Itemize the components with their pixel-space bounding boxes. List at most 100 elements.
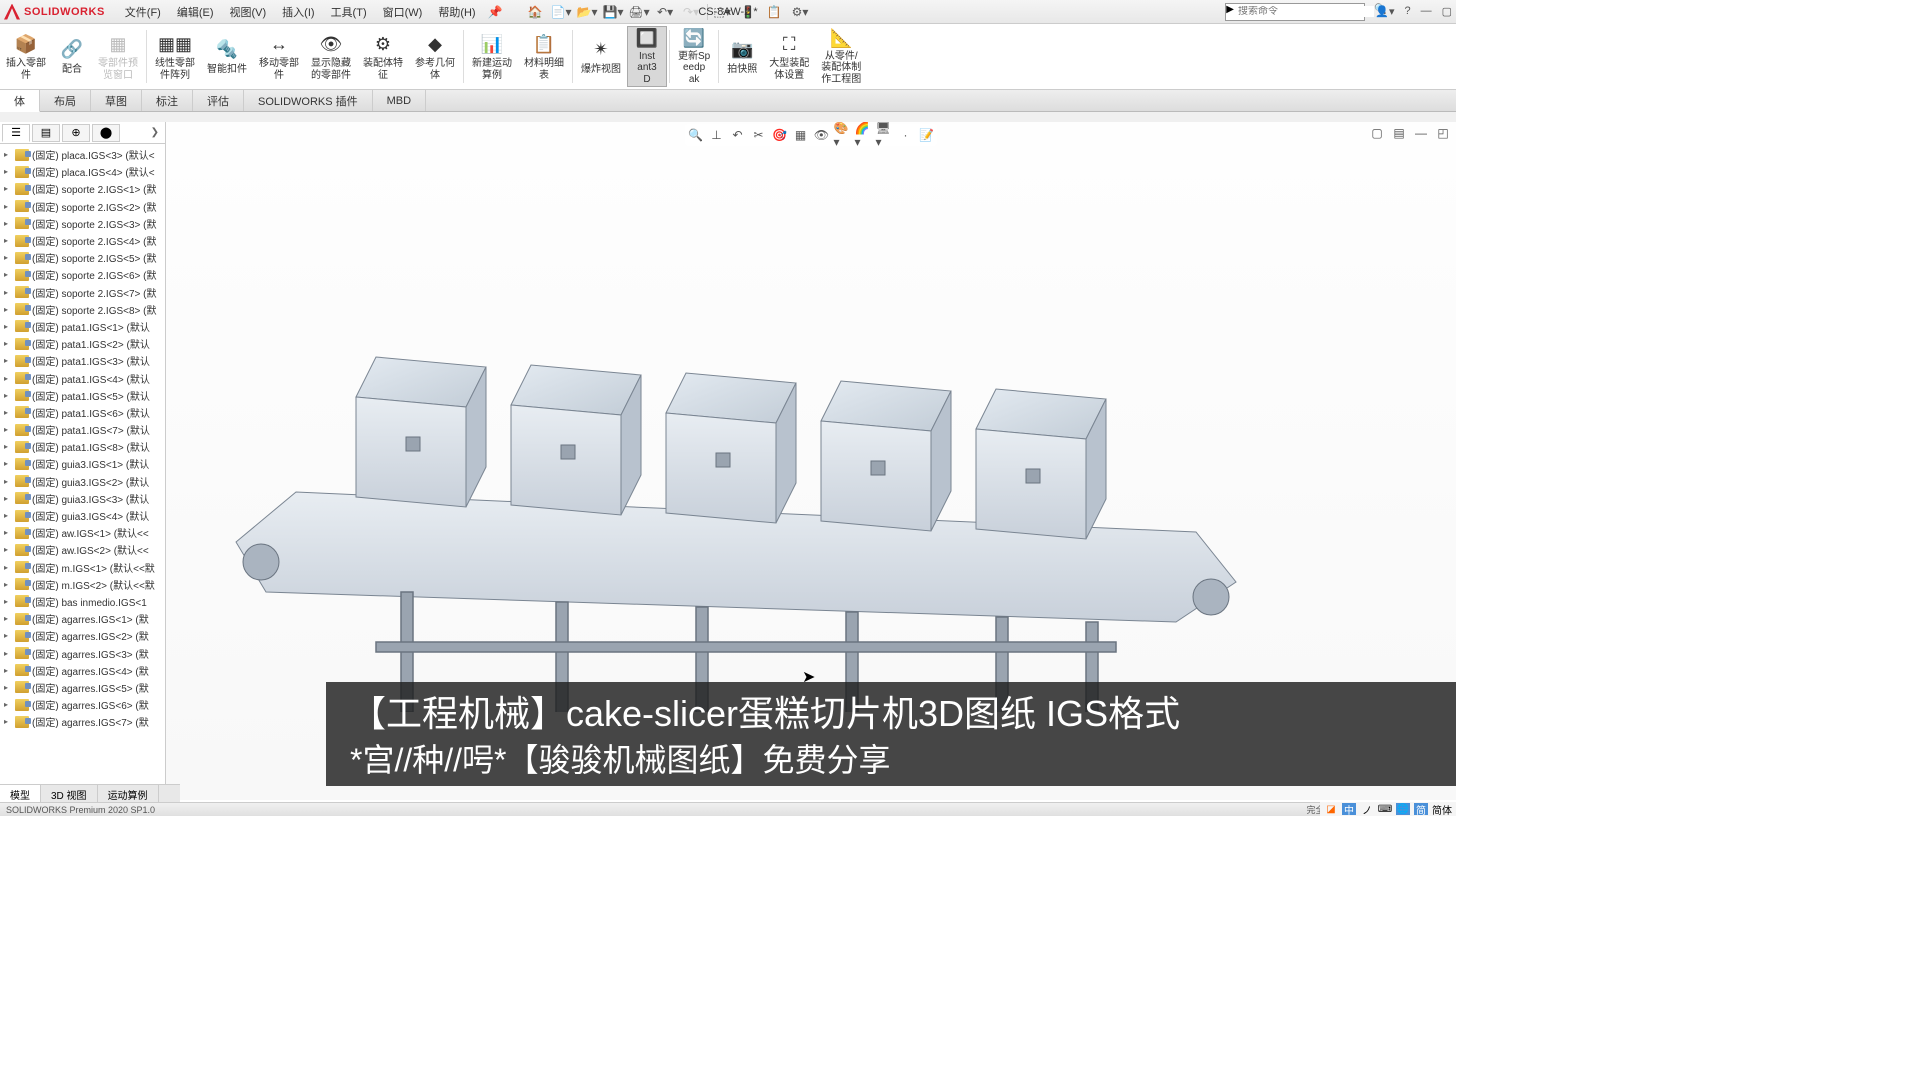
- ribbon-线性零部件阵列[interactable]: ▦▦线性零部件阵列: [149, 26, 201, 87]
- ribbon-参考几何体[interactable]: ◆参考几何体: [409, 26, 461, 87]
- cmd-tab-2[interactable]: 草图: [91, 90, 142, 111]
- cmd-tab-3[interactable]: 标注: [142, 90, 193, 111]
- expand-icon[interactable]: ▸: [4, 305, 12, 314]
- render-icon[interactable]: 🖥▾: [876, 126, 894, 144]
- display-icon[interactable]: ▦: [792, 126, 810, 144]
- tree-chevron-icon[interactable]: ❯: [147, 127, 163, 138]
- tree-item[interactable]: ▸(固定) aw.IGS<2> (默认<<: [0, 541, 165, 558]
- tree-item[interactable]: ▸(固定) agarres.IGS<3> (默: [0, 644, 165, 661]
- ribbon-材料明细表[interactable]: 📋材料明细表: [518, 26, 570, 87]
- tree-item[interactable]: ▸(固定) pata1.IGS<5> (默认: [0, 387, 165, 404]
- ribbon-配合[interactable]: 🔗配合: [52, 26, 92, 87]
- annotate-icon[interactable]: 📝: [918, 126, 936, 144]
- open-icon[interactable]: 📂▾: [575, 2, 601, 22]
- vp-tile-icon[interactable]: ▤: [1390, 124, 1408, 142]
- menu-view[interactable]: 视图(V): [222, 4, 275, 20]
- expand-icon[interactable]: ▸: [4, 184, 12, 193]
- ribbon-从零件/装配体制作工程图[interactable]: 📐从零件/装配体制作工程图: [815, 26, 867, 87]
- menu-file[interactable]: 文件(F): [117, 4, 169, 20]
- vp-min-icon[interactable]: —: [1412, 124, 1430, 142]
- expand-icon[interactable]: ▸: [4, 356, 12, 365]
- ribbon-显示隐藏的零部件[interactable]: 👁显示隐藏的零部件: [305, 26, 357, 87]
- zoom-fit-icon[interactable]: 🔍: [687, 126, 705, 144]
- print-icon[interactable]: 🖨▾: [627, 2, 653, 22]
- tree-item[interactable]: ▸(固定) pata1.IGS<7> (默认: [0, 421, 165, 438]
- prev-view-icon[interactable]: ↶: [729, 126, 747, 144]
- expand-icon[interactable]: ▸: [4, 391, 12, 400]
- expand-icon[interactable]: ▸: [4, 477, 12, 486]
- tree-item[interactable]: ▸(固定) soporte 2.IGS<3> (默: [0, 215, 165, 232]
- search-box[interactable]: ▶ 🔍: [1225, 3, 1365, 21]
- user-icon[interactable]: 👤▾: [1375, 5, 1394, 18]
- tree-item[interactable]: ▸(固定) pata1.IGS<2> (默认: [0, 335, 165, 352]
- tree-item[interactable]: ▸(固定) soporte 2.IGS<4> (默: [0, 232, 165, 249]
- expand-icon[interactable]: ▸: [4, 614, 12, 623]
- expand-icon[interactable]: ▸: [4, 339, 12, 348]
- undo-icon[interactable]: ↶▾: [653, 2, 679, 22]
- expand-icon[interactable]: ▸: [4, 322, 12, 331]
- expand-icon[interactable]: ▸: [4, 528, 12, 537]
- home-icon[interactable]: 🏠: [523, 2, 549, 22]
- ime-simp[interactable]: 简: [1414, 803, 1428, 815]
- ribbon-插入零部件[interactable]: 📦插入零部件: [0, 26, 52, 87]
- tree-item[interactable]: ▸(固定) soporte 2.IGS<8> (默: [0, 301, 165, 318]
- expand-icon[interactable]: ▸: [4, 631, 12, 640]
- ribbon-新建运动算例[interactable]: 📊新建运动算例: [466, 26, 518, 87]
- tree-item[interactable]: ▸(固定) agarres.IGS<6> (默: [0, 696, 165, 713]
- vp-max-icon[interactable]: ▢: [1368, 124, 1386, 142]
- ime-globe-icon[interactable]: 🌐: [1396, 803, 1410, 815]
- expand-icon[interactable]: ▸: [4, 545, 12, 554]
- save-icon[interactable]: 💾▾: [601, 2, 627, 22]
- bottom-tab-model[interactable]: 模型: [0, 785, 41, 802]
- ribbon-爆炸视图[interactable]: ✴爆炸视图: [575, 26, 627, 87]
- expand-icon[interactable]: ▸: [4, 408, 12, 417]
- options-icon[interactable]: 📋: [762, 2, 788, 22]
- expand-icon[interactable]: ▸: [4, 288, 12, 297]
- help-icon[interactable]: ?: [1404, 5, 1410, 18]
- expand-icon[interactable]: ▸: [4, 236, 12, 245]
- expand-icon[interactable]: ▸: [4, 459, 12, 468]
- ribbon-移动零部件[interactable]: ↔移动零部件: [253, 26, 305, 87]
- tree-item[interactable]: ▸(固定) aw.IGS<1> (默认<<: [0, 524, 165, 541]
- tree-item[interactable]: ▸(固定) agarres.IGS<2> (默: [0, 627, 165, 644]
- ime-logo-icon[interactable]: ◪: [1324, 803, 1338, 815]
- tree-item[interactable]: ▸(固定) guia3.IGS<1> (默认: [0, 455, 165, 472]
- bottom-tab-3dview[interactable]: 3D 视图: [41, 785, 98, 802]
- ribbon-智能扣件[interactable]: 🔩智能扣件: [201, 26, 253, 87]
- tree-item[interactable]: ▸(固定) pata1.IGS<4> (默认: [0, 369, 165, 386]
- tree-tab-config[interactable]: ⊕: [62, 124, 90, 142]
- section-icon[interactable]: ✂: [750, 126, 768, 144]
- ribbon-拍快照[interactable]: 📷拍快照: [721, 26, 763, 87]
- feature-tree[interactable]: ▸(固定) placa.IGS<3> (默认<▸(固定) placa.IGS<4…: [0, 144, 165, 800]
- expand-icon[interactable]: ▸: [4, 580, 12, 589]
- cmd-tab-0[interactable]: 体: [0, 90, 40, 112]
- zoom-area-icon[interactable]: ⊥: [708, 126, 726, 144]
- tree-item[interactable]: ▸(固定) m.IGS<1> (默认<<默: [0, 559, 165, 576]
- tree-item[interactable]: ▸(固定) agarres.IGS<7> (默: [0, 713, 165, 730]
- expand-icon[interactable]: ▸: [4, 597, 12, 606]
- tree-item[interactable]: ▸(固定) guia3.IGS<4> (默认: [0, 507, 165, 524]
- minimize-icon[interactable]: —: [1421, 5, 1432, 18]
- expand-icon[interactable]: ▸: [4, 666, 12, 675]
- maximize-icon[interactable]: ▢: [1442, 5, 1452, 18]
- expand-icon[interactable]: ▸: [4, 511, 12, 520]
- tree-item[interactable]: ▸(固定) guia3.IGS<3> (默认: [0, 490, 165, 507]
- new-icon[interactable]: 📄▾: [549, 2, 575, 22]
- tree-tab-display[interactable]: ⬤: [92, 124, 120, 142]
- tree-item[interactable]: ▸(固定) pata1.IGS<8> (默认: [0, 438, 165, 455]
- tree-item[interactable]: ▸(固定) soporte 2.IGS<7> (默: [0, 284, 165, 301]
- vp-restore-icon[interactable]: ◰: [1434, 124, 1452, 142]
- tree-item[interactable]: ▸(固定) agarres.IGS<4> (默: [0, 662, 165, 679]
- menu-window[interactable]: 窗口(W): [375, 4, 431, 20]
- menu-tools[interactable]: 工具(T): [323, 4, 375, 20]
- ribbon-大型装配体设置[interactable]: ⛶大型装配体设置: [763, 26, 815, 87]
- cmd-tab-5[interactable]: SOLIDWORKS 插件: [244, 90, 373, 111]
- ime-lang[interactable]: 中: [1342, 803, 1356, 815]
- expand-icon[interactable]: ▸: [4, 563, 12, 572]
- settings-icon[interactable]: ⚙▾: [788, 2, 814, 22]
- tree-item[interactable]: ▸(固定) soporte 2.IGS<1> (默: [0, 180, 165, 197]
- 3d-viewport[interactable]: 🔍 ⊥ ↶ ✂ 🎯 ▦ 👁 🎨▾ 🌈▾ 🖥▾ · 📝 ▢ ▤ — ◰: [166, 122, 1456, 800]
- tree-item[interactable]: ▸(固定) agarres.IGS<1> (默: [0, 610, 165, 627]
- menu-edit[interactable]: 编辑(E): [169, 4, 222, 20]
- expand-icon[interactable]: ▸: [4, 253, 12, 262]
